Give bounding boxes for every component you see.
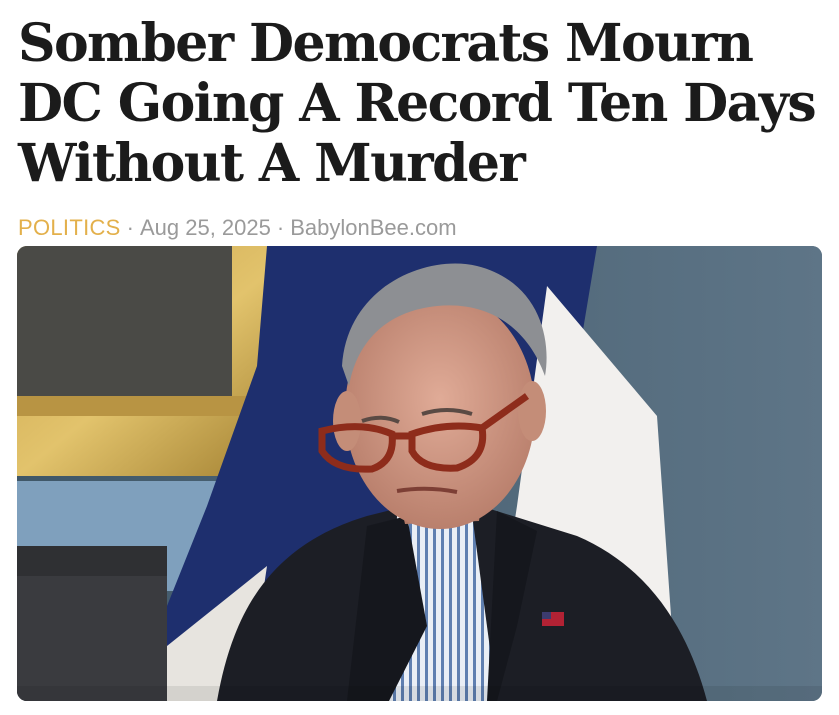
article-meta: POLITICS · Aug 25, 2025 · BabylonBee.com: [18, 214, 457, 242]
article-card[interactable]: Somber Democrats Mourn DC Going A Record…: [0, 0, 839, 715]
meta-separator: ·: [126, 215, 134, 240]
publish-date: Aug 25, 2025: [139, 215, 271, 240]
category-label[interactable]: POLITICS: [18, 215, 121, 240]
article-headline[interactable]: Somber Democrats Mourn DC Going A Record…: [18, 14, 818, 194]
source-site: BabylonBee.com: [290, 215, 457, 240]
meta-separator: ·: [276, 215, 285, 240]
hero-image[interactable]: [17, 246, 822, 701]
